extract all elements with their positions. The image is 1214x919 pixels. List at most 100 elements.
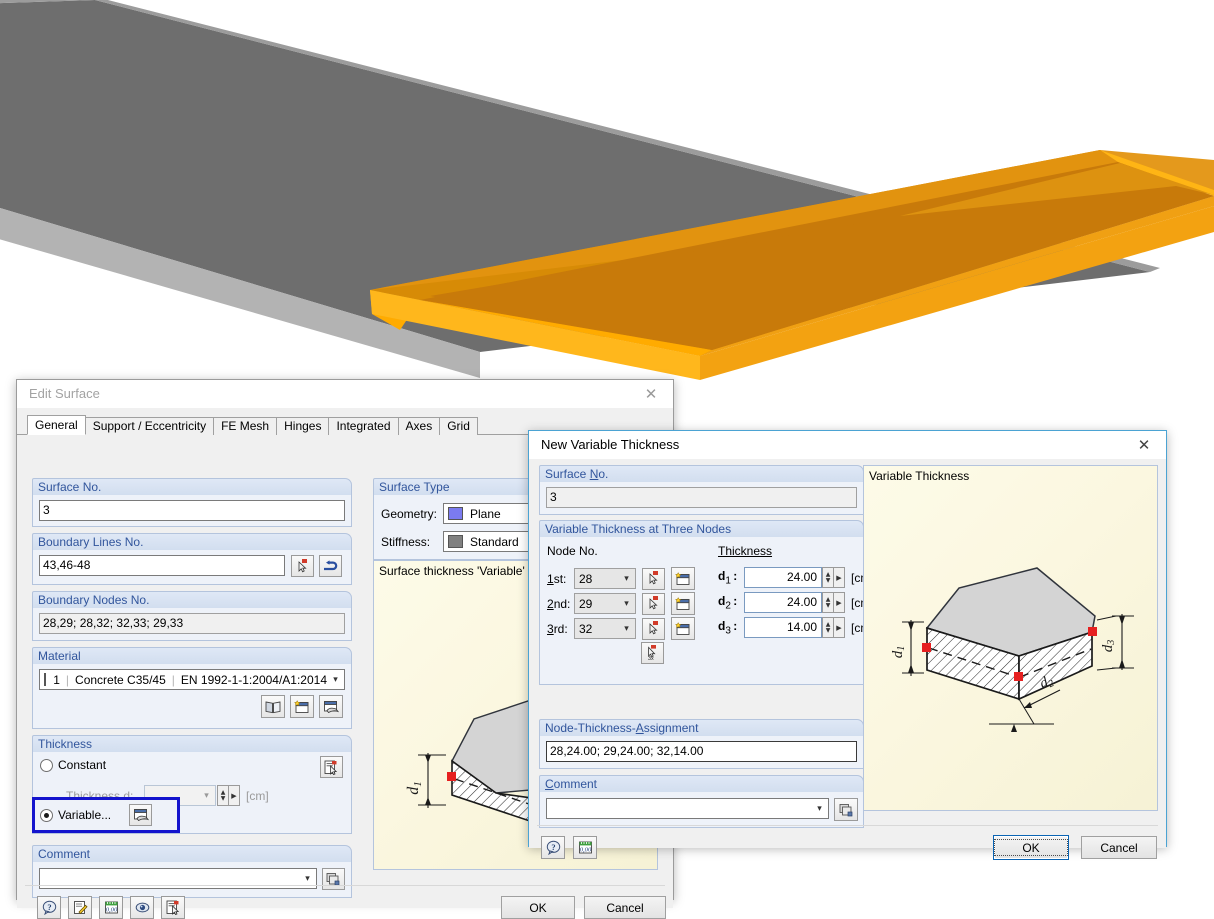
node-3-new-button[interactable]	[671, 617, 695, 640]
nvt-ok-button[interactable]: OK	[993, 835, 1069, 860]
row-2-ordinal: 2nd:	[547, 596, 571, 611]
spinner-more-icon[interactable]: ▶	[229, 785, 240, 806]
nvt-comment-library-button[interactable]	[834, 798, 858, 821]
arrow-loop-icon	[324, 559, 338, 570]
spinner-more-icon[interactable]: ▶	[834, 592, 845, 613]
tab-grid[interactable]: Grid	[439, 417, 478, 435]
node-2-new-button[interactable]	[671, 592, 695, 615]
svg-text:?: ?	[47, 902, 51, 912]
edit-surface-titlebar[interactable]: Edit Surface ✕	[17, 380, 673, 408]
nvt-comment-combo[interactable]: ▾	[546, 798, 829, 819]
node-2-combo[interactable]: 29 ▾	[574, 593, 636, 614]
chevron-down-icon[interactable]: ▾	[811, 799, 828, 818]
thickness-pick-button[interactable]	[320, 756, 343, 778]
chevron-down-icon[interactable]: ▾	[327, 670, 344, 689]
new-variable-thickness-dialog[interactable]: New Variable Thickness ✕ Surface No. 3 V…	[528, 430, 1167, 860]
tab-axes[interactable]: Axes	[397, 417, 441, 435]
node-1-new-button[interactable]	[671, 567, 695, 590]
tab-general[interactable]: General	[27, 415, 86, 435]
note-pencil-icon	[73, 901, 88, 915]
d1-input[interactable]: 24.00	[744, 567, 822, 588]
surface-no-group: Surface No. 3	[32, 478, 352, 527]
chevron-down-icon[interactable]: ▾	[198, 786, 215, 805]
stiffness-label: Stiffness:	[381, 534, 431, 549]
edit-surface-ok-button[interactable]: OK	[501, 896, 575, 919]
help-icon[interactable]: ?	[37, 896, 61, 919]
slab-3d-render	[0, 0, 1214, 380]
thickness-d-spinner[interactable]: ▲ ▼ ▶	[217, 785, 240, 806]
material-edit-button[interactable]	[319, 695, 343, 718]
node-1-pick-button[interactable]	[642, 567, 665, 590]
spinner-more-icon[interactable]: ▶	[834, 617, 845, 638]
tab-support-eccentricity[interactable]: Support / Eccentricity	[84, 417, 215, 435]
assignment-input[interactable]: 28,24.00; 29,24.00; 32,14.00	[546, 741, 857, 762]
ok-label: OK	[1022, 840, 1040, 855]
model-3d-viewport[interactable]	[0, 0, 1214, 380]
surface-no-header: Surface No.	[32, 478, 352, 495]
node-1-value: 28	[579, 571, 593, 586]
svg-text:?: ?	[551, 842, 555, 852]
close-icon[interactable]: ✕	[1124, 431, 1164, 458]
pick-cursor-icon	[649, 596, 658, 610]
nvt-help-icon[interactable]: ?	[541, 836, 565, 859]
nvt-cancel-button[interactable]: Cancel	[1081, 836, 1157, 859]
node-1-combo[interactable]: 28 ▾	[574, 568, 636, 589]
nvt-units-icon[interactable]: 0,00	[573, 836, 597, 859]
material-library-button[interactable]	[261, 695, 285, 718]
d1-spinner[interactable]: ▲ ▼ ▶	[822, 567, 845, 588]
boundary-nodes-input[interactable]: 28,29; 28,32; 32,33; 29,33	[39, 613, 345, 634]
geometry-value: Plane	[470, 506, 501, 521]
tab-fe-mesh[interactable]: FE Mesh	[213, 417, 278, 435]
node-2-pick-button[interactable]	[642, 592, 665, 615]
nvt-surface-no-input[interactable]: 3	[546, 487, 857, 508]
d2-spinner[interactable]: ▲ ▼ ▶	[822, 592, 845, 613]
new-variable-thickness-titlebar[interactable]: New Variable Thickness ✕	[529, 431, 1166, 459]
chevron-down-icon[interactable]: ▾	[618, 569, 635, 588]
edit-window-icon	[324, 700, 339, 713]
d2-input[interactable]: 24.00	[744, 592, 822, 613]
pick-icon[interactable]	[161, 896, 185, 919]
d3-label: d3 :	[718, 618, 738, 637]
spinner-up-down-icon[interactable]: ▲ ▼	[822, 617, 834, 638]
nvt-comment-header: Comment	[539, 775, 864, 792]
line-select-button[interactable]	[319, 555, 342, 577]
view-icon[interactable]	[130, 896, 154, 919]
boundary-nodes-header: Boundary Nodes No.	[32, 591, 352, 608]
geometry-label: Geometry:	[381, 506, 438, 521]
close-icon[interactable]: ✕	[631, 380, 671, 407]
units-icon[interactable]: 0,00	[99, 896, 123, 919]
spinner-more-icon[interactable]: ▶	[834, 567, 845, 588]
thickness-variable-radio[interactable]: Variable...	[40, 808, 111, 822]
boundary-lines-input[interactable]: 43,46-48	[39, 555, 285, 576]
eye-icon	[135, 902, 149, 913]
thickness-constant-radio[interactable]: Constant	[40, 758, 106, 772]
material-new-button[interactable]	[290, 695, 314, 718]
tab-hinges[interactable]: Hinges	[276, 417, 330, 435]
nvt-surface-no-group: Surface No. 3	[539, 465, 864, 515]
spinner-up-down-icon[interactable]: ▲ ▼	[217, 785, 229, 806]
d1-label: d1 :	[718, 568, 738, 587]
thickness-unit: [cm]	[246, 788, 269, 803]
svg-text:0,00: 0,00	[105, 907, 117, 914]
new-window-icon	[675, 621, 690, 635]
surface-no-input[interactable]: 3	[39, 500, 345, 521]
svg-text:3x: 3x	[648, 656, 654, 661]
spinner-up-down-icon[interactable]: ▲ ▼	[822, 567, 834, 588]
variable-thickness-edit-button[interactable]	[129, 804, 152, 826]
d3-spinner[interactable]: ▲ ▼ ▶	[822, 617, 845, 638]
d3-input[interactable]: 14.00	[744, 617, 822, 638]
chevron-down-icon[interactable]: ▾	[618, 619, 635, 638]
pick-lines-button[interactable]	[291, 555, 314, 577]
list-pick-icon	[166, 900, 179, 915]
edit-note-icon[interactable]	[68, 896, 92, 919]
spinner-up-down-icon[interactable]: ▲ ▼	[822, 592, 834, 613]
node-3-combo[interactable]: 32 ▾	[574, 618, 636, 639]
list-pick-icon	[324, 760, 338, 775]
tab-integrated[interactable]: Integrated	[328, 417, 399, 435]
node-3-pick-button[interactable]	[642, 617, 665, 640]
material-combo[interactable]: 1 | Concrete C35/45 | EN 1992-1-1:2004/A…	[39, 669, 345, 690]
edit-surface-cancel-button[interactable]: Cancel	[584, 896, 666, 919]
chevron-down-icon[interactable]: ▾	[618, 594, 635, 613]
pick-three-nodes-button[interactable]: 3x	[641, 642, 664, 664]
comment-library-button[interactable]	[322, 868, 345, 890]
